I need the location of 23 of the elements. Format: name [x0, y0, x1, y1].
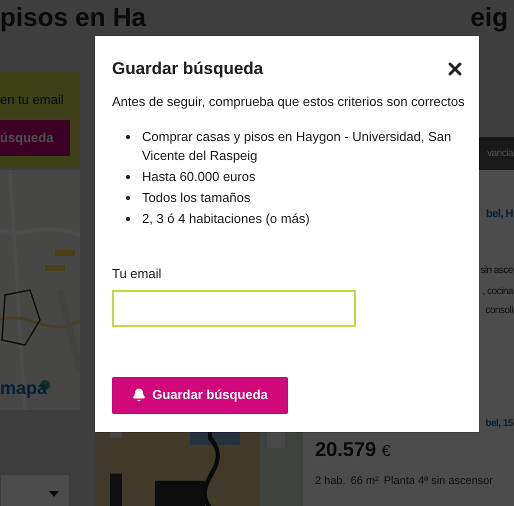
listing-text: , cocina: [482, 284, 513, 298]
bullet-icon: [126, 196, 130, 200]
listing-price: 20.579 €: [315, 438, 392, 463]
listing-feature: Planta 4ª sin ascensor: [384, 474, 493, 489]
bell-icon: [132, 388, 146, 402]
criterion: Todos los tamaños: [142, 189, 250, 207]
listing-title[interactable]: bel, 15: [485, 416, 514, 431]
email-label: Tu email: [112, 265, 162, 283]
bullet-icon: [126, 135, 130, 139]
listing-text: consoli: [485, 304, 513, 318]
dialog-title: Guardar búsqueda: [112, 58, 264, 80]
criterion: Hasta 60.000 euros: [142, 168, 256, 186]
dialog-intro: Antes de seguir, comprueba que estos criterios son correctos: [112, 92, 462, 111]
criterion: 2, 3 ó 4 habitaciones (o más): [142, 210, 310, 228]
bullet-icon: [126, 217, 130, 221]
bullet-icon: [126, 175, 130, 179]
listing-title[interactable]: bel, H: [486, 206, 513, 222]
listing-text: sin asce: [480, 264, 513, 278]
listing-feature: 2 hab.: [315, 474, 346, 489]
criterion: Comprar casas y pisos en Haygon - Universidad, San Vicente del Raspeig: [142, 128, 452, 165]
email-field[interactable]: [112, 290, 356, 326]
listing-feature: 66 m²: [350, 474, 379, 489]
save-search-button[interactable]: Guardar búsqueda: [112, 376, 288, 414]
